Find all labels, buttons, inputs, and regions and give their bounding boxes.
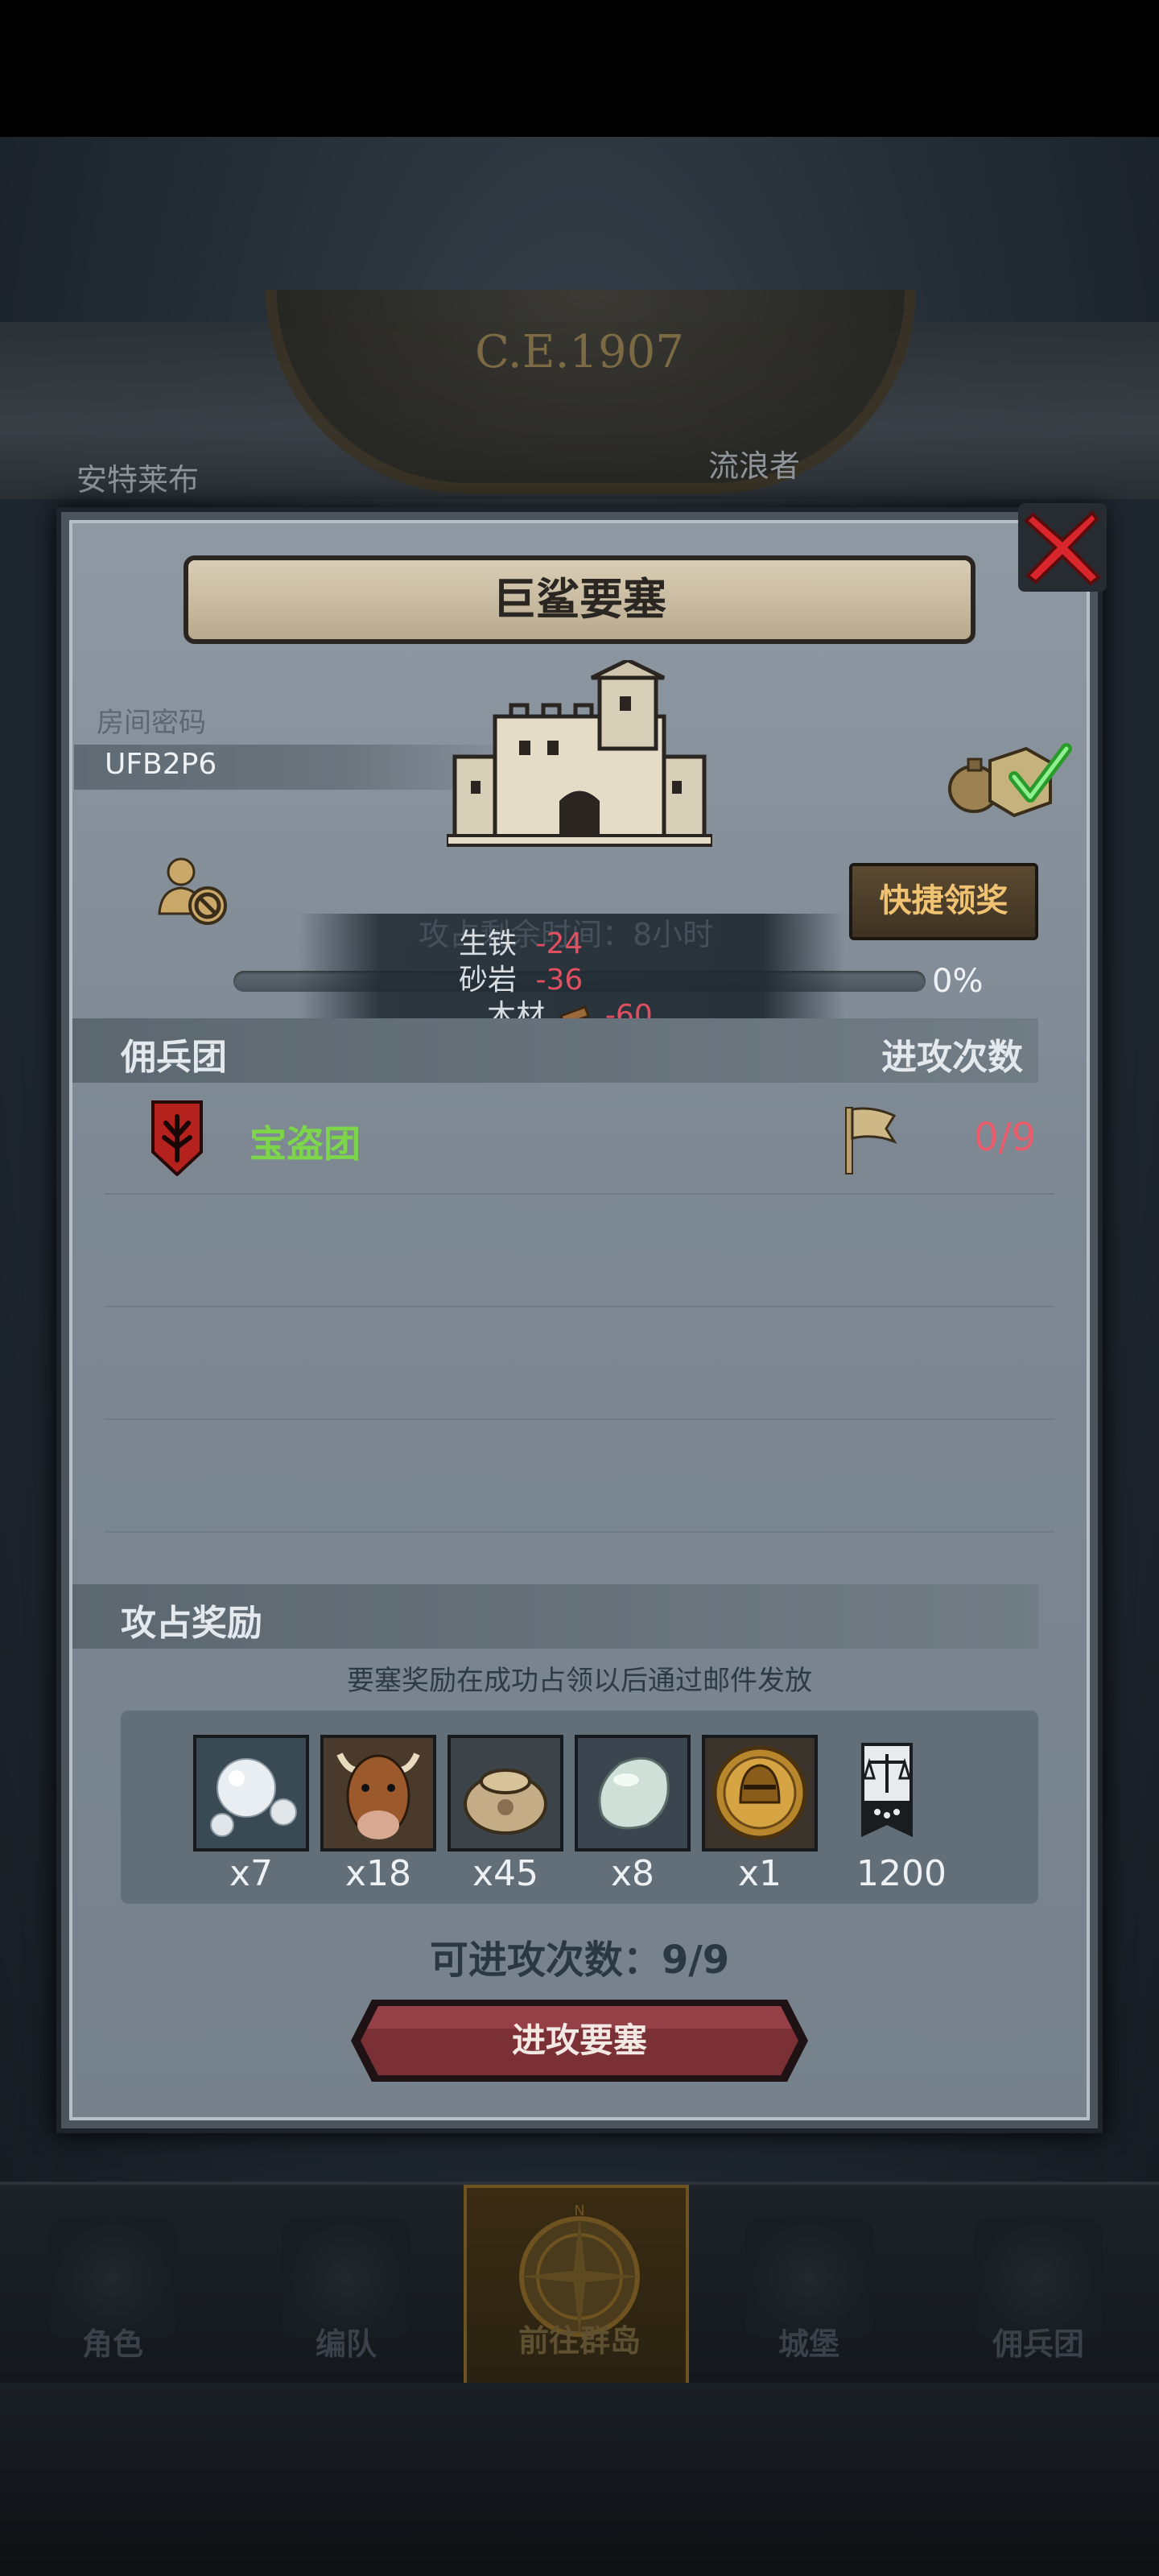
kick-user-icon[interactable] [153, 849, 233, 930]
reward-item-pearl[interactable] [193, 1735, 309, 1852]
attack-count-header: 进攻次数 [881, 1037, 1023, 1078]
reward-item-sack[interactable] [448, 1735, 563, 1852]
map-label-left: 安特莱布 [76, 462, 200, 497]
reward-item-cow[interactable] [320, 1735, 436, 1852]
row-divider [105, 1193, 1054, 1195]
close-button[interactable] [1018, 503, 1107, 592]
nav-islands[interactable]: N 前往群岛 [464, 2185, 689, 2386]
nav-role[interactable]: 角色 [0, 2185, 225, 2386]
close-icon [1024, 510, 1101, 586]
row-divider [105, 1418, 1054, 1420]
loot-bag-check-icon[interactable] [938, 729, 1074, 817]
nav-label: 佣兵团 [992, 2326, 1084, 2362]
team-attack-count: 0/9 [974, 1115, 1037, 1160]
reward-item-justice-banner[interactable] [829, 1735, 945, 1852]
attack-fortress-label: 进攻要塞 [511, 2021, 647, 2060]
attack-fortress-button[interactable]: 进攻要塞 [348, 1996, 811, 2085]
cost-value: -24 [535, 927, 584, 960]
attack-times-remaining: 可进攻次数：9/9 [429, 1938, 730, 1983]
reward-qty: x7 [229, 1853, 274, 1894]
room-code-value: UFB2P6 [105, 748, 217, 781]
reward-item-stone[interactable] [575, 1735, 691, 1852]
dialog-title: 巨鲨要塞 [184, 555, 975, 644]
mercenary-header: 佣兵团 [121, 1037, 227, 1078]
row-divider [105, 1306, 1054, 1307]
stone-icon [578, 1738, 687, 1848]
reward-qty: x45 [472, 1853, 539, 1894]
cost-name: 生铁 [459, 927, 518, 960]
room-code-label: 房间密码 [97, 707, 206, 739]
row-divider [105, 1531, 1054, 1533]
nav-label: 前往群岛 [518, 2323, 641, 2359]
reward-item-helmet-coin[interactable] [702, 1735, 818, 1852]
svg-text:N: N [574, 2204, 584, 2219]
year-label: C.E.1907 [475, 326, 684, 378]
year-dial [266, 290, 916, 494]
fortress-icon [447, 660, 712, 847]
bottom-navigation: 角色 编队 N 前往群岛 城堡 佣兵团 [0, 2182, 1159, 2386]
team-name[interactable]: 宝盗团 [250, 1115, 361, 1168]
nav-castle[interactable]: 城堡 [696, 2185, 922, 2386]
occupy-progress-percent: 0% [932, 963, 984, 1000]
nav-label: 角色 [81, 2326, 143, 2362]
quick-claim-button[interactable]: 快捷领奖 [849, 863, 1038, 940]
bottom-bar [0, 2383, 1159, 2576]
nav-label: 编队 [315, 2326, 377, 2362]
nav-label: 城堡 [777, 2326, 839, 2362]
helmet-coin-icon [705, 1738, 815, 1848]
flag-icon [845, 1107, 897, 1174]
justice-banner-icon [861, 1743, 913, 1838]
reward-qty: x8 [610, 1853, 655, 1894]
reward-qty: x18 [344, 1853, 412, 1894]
reward-qty: 1200 [856, 1853, 947, 1894]
team-emblem-icon [151, 1100, 203, 1176]
sack-icon [451, 1738, 560, 1848]
pearl-icon [196, 1738, 306, 1848]
reward-qty: x1 [737, 1853, 782, 1894]
nav-formation[interactable]: 编队 [233, 2185, 459, 2386]
cow-icon [324, 1738, 433, 1848]
map-label-right: 流浪者 [708, 448, 801, 484]
reward-header: 攻占奖励 [121, 1603, 262, 1644]
top-bar [0, 0, 1159, 137]
nav-mercenary[interactable]: 佣兵团 [926, 2185, 1151, 2386]
reward-note: 要塞奖励在成功占领以后通过邮件发放 [347, 1665, 812, 1697]
